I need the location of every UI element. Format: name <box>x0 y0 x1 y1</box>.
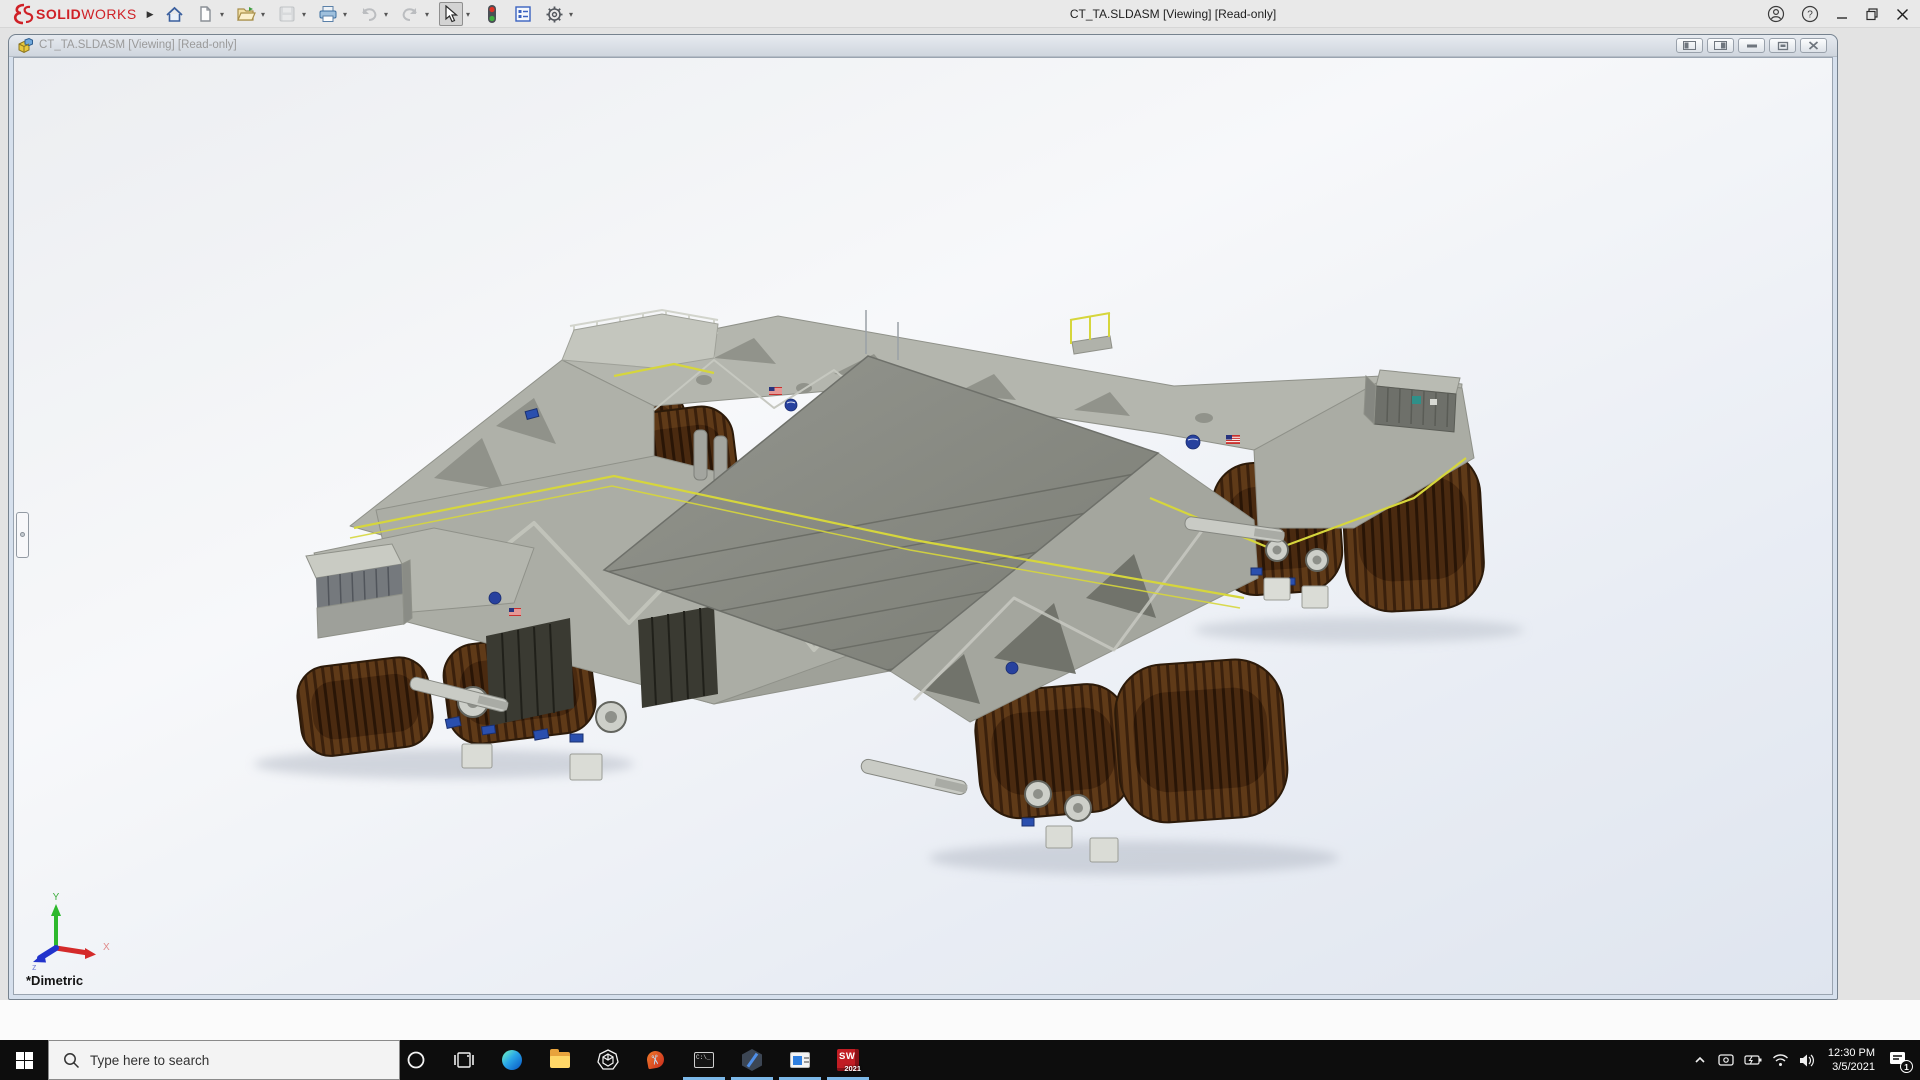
battery-icon[interactable] <box>1744 1053 1763 1067</box>
axis-y-label: Y <box>53 892 60 903</box>
app-titlebar: SOLIDWORKS ▶ ▾ ▾ ▾ ▾ ▾ ▾ ▾ <box>0 0 1920 28</box>
taskbar-search[interactable] <box>48 1040 400 1080</box>
doc-minimize-button[interactable] <box>1738 38 1765 53</box>
select-tool-icon[interactable] <box>439 2 463 26</box>
cab-rear-right <box>1364 370 1460 432</box>
file-properties-icon[interactable] <box>511 2 535 26</box>
undo-icon[interactable] <box>357 2 381 26</box>
cab-front-left <box>306 544 412 638</box>
restore-button[interactable] <box>1865 7 1879 21</box>
tray-clock[interactable]: 12:30 PM 3/5/2021 <box>1828 1046 1875 1074</box>
help-icon[interactable]: ? <box>1801 5 1819 23</box>
edge-button[interactable] <box>488 1040 536 1080</box>
hexagon-app-icon <box>742 1049 762 1071</box>
snip-sketch-icon: ✂ <box>646 1050 666 1070</box>
feature-tree-collapsed-tab[interactable] <box>16 512 29 558</box>
windows-taskbar: ✂ C:\_ SW 2021 <box>0 1040 1920 1080</box>
window-app-icon <box>790 1052 810 1068</box>
command-prompt-button[interactable]: C:\_ <box>680 1040 728 1080</box>
cast-icon[interactable] <box>1717 1052 1735 1068</box>
new-dropdown-caret[interactable]: ▾ <box>217 10 227 19</box>
split-pane-right-button[interactable] <box>1707 38 1734 53</box>
solidworks-taskbar-button[interactable]: SW 2021 <box>824 1040 872 1080</box>
window-title: CT_TA.SLDASM [Viewing] [Read-only] <box>1070 7 1276 21</box>
axis-z-label: z <box>32 962 37 970</box>
options-dropdown-caret[interactable]: ▾ <box>566 10 576 19</box>
redo-icon[interactable] <box>398 2 422 26</box>
save-dropdown-caret[interactable]: ▾ <box>299 10 309 19</box>
file-explorer-icon <box>550 1052 570 1068</box>
file-explorer-button[interactable] <box>536 1040 584 1080</box>
svg-text:?: ? <box>1807 10 1813 21</box>
axis-x-label: X <box>103 942 110 953</box>
search-input[interactable] <box>90 1053 360 1068</box>
track-front-left-a <box>294 654 436 759</box>
brand-text: SOLIDWORKS <box>36 6 137 22</box>
undo-dropdown-caret[interactable]: ▾ <box>381 10 391 19</box>
command-prompt-icon: C:\_ <box>694 1052 714 1068</box>
system-tray: 12:30 PM 3/5/2021 1 <box>1692 1040 1920 1080</box>
3d-viewer-icon <box>597 1049 619 1071</box>
split-pane-left-button[interactable] <box>1676 38 1703 53</box>
document-title: CT_TA.SLDASM [Viewing] [Read-only] <box>39 39 237 51</box>
print-icon[interactable] <box>316 2 340 26</box>
open-dropdown-caret[interactable]: ▾ <box>258 10 268 19</box>
hexagon-app-button[interactable] <box>728 1040 776 1080</box>
solidworks-logo: SOLIDWORKS ▶ <box>8 2 154 26</box>
home-icon[interactable] <box>162 2 186 26</box>
search-icon <box>63 1052 80 1069</box>
open-icon[interactable] <box>234 2 258 26</box>
minimize-button[interactable] <box>1835 7 1849 21</box>
doc-close-button[interactable] <box>1800 38 1827 53</box>
tray-date: 3/5/2021 <box>1828 1060 1875 1074</box>
notification-badge: 1 <box>1900 1060 1913 1073</box>
start-button[interactable] <box>0 1040 48 1080</box>
options-gear-icon[interactable] <box>542 2 566 26</box>
speaker-icon[interactable] <box>1798 1053 1815 1068</box>
cortana-button[interactable] <box>392 1040 440 1080</box>
account-icon[interactable] <box>1767 5 1785 23</box>
graphics-viewport[interactable]: Y X z *Dimetric <box>13 57 1833 995</box>
redo-dropdown-caret[interactable]: ▾ <box>422 10 432 19</box>
task-view-icon <box>454 1051 474 1069</box>
task-view-button[interactable] <box>440 1040 488 1080</box>
tray-time: 12:30 PM <box>1828 1046 1875 1060</box>
quick-access-toolbar: ▾ ▾ ▾ ▾ ▾ ▾ ▾ ▾ <box>162 0 583 28</box>
doc-restore-button[interactable] <box>1769 38 1796 53</box>
3d-viewer-button[interactable] <box>584 1040 632 1080</box>
track-front-right-b <box>1112 656 1291 825</box>
app-background-strip <box>0 1000 1920 1040</box>
view-orientation-label: *Dimetric <box>26 973 83 988</box>
tray-chevron-icon[interactable] <box>1692 1052 1708 1068</box>
cortana-icon <box>406 1050 426 1070</box>
taskbar-icons: ✂ C:\_ SW 2021 <box>392 1040 872 1080</box>
solidworks-2021-icon: SW 2021 <box>837 1049 859 1071</box>
print-dropdown-caret[interactable]: ▾ <box>340 10 350 19</box>
action-center-button[interactable]: 1 <box>1888 1050 1910 1070</box>
assembly-icon <box>17 38 34 54</box>
document-titlebar[interactable]: CT_TA.SLDASM [Viewing] [Read-only] <box>9 35 1837 57</box>
close-button[interactable] <box>1895 7 1910 22</box>
document-window: CT_TA.SLDASM [Viewing] [Read-only] <box>8 34 1838 1000</box>
reference-triad: Y X z <box>30 892 116 970</box>
rebuild-icon[interactable] <box>480 2 504 26</box>
select-dropdown-caret[interactable]: ▾ <box>463 10 473 19</box>
crawler-transporter-model <box>14 58 1833 995</box>
ds-logo-icon <box>8 1 34 27</box>
windows-logo-icon <box>16 1052 33 1069</box>
document-window-controls <box>1676 38 1827 53</box>
pane-handle-dot <box>20 532 25 537</box>
edge-icon <box>502 1050 522 1070</box>
wifi-icon[interactable] <box>1772 1053 1789 1067</box>
save-icon[interactable] <box>275 2 299 26</box>
window-app-button[interactable] <box>776 1040 824 1080</box>
new-document-icon[interactable] <box>193 2 217 26</box>
snip-sketch-button[interactable]: ✂ <box>632 1040 680 1080</box>
brand-expand-arrow[interactable]: ▶ <box>147 9 154 20</box>
